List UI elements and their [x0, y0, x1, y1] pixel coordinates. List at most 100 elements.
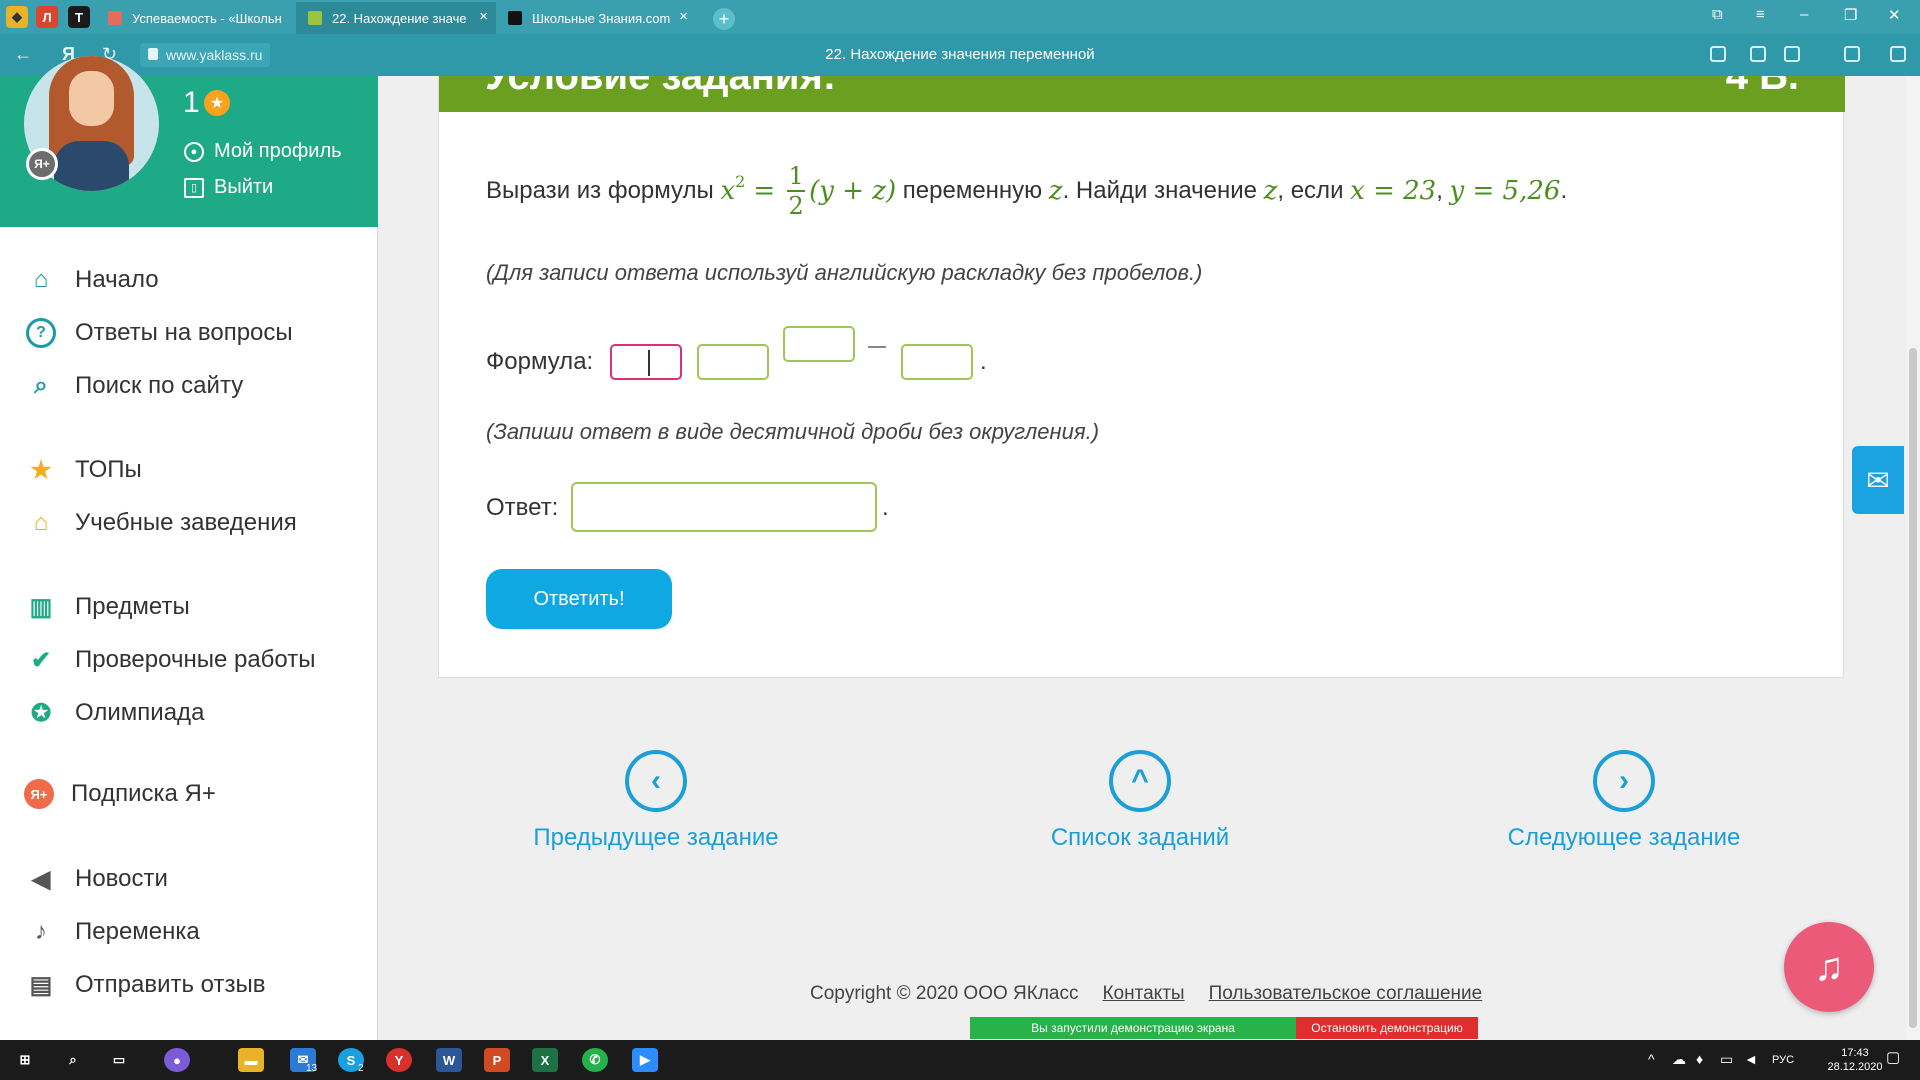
copyright-text: Copyright © 2020 ООО ЯКласс [810, 983, 1079, 1004]
star-icon: ★ [30, 456, 52, 484]
sidebar-item-subjects[interactable]: ▥ Предметы [24, 590, 190, 624]
chevron-up-icon: ^ [1109, 750, 1171, 812]
powerpoint-icon[interactable]: P [484, 1048, 510, 1072]
contacts-link[interactable]: Контакты [1102, 983, 1184, 1005]
tab-favicon-icon [108, 11, 122, 25]
onedrive-icon[interactable]: ☁ [1672, 1052, 1686, 1066]
browser-tab[interactable]: Успеваемость - «Школьн [96, 2, 296, 34]
sidebar-item-search[interactable]: ⌕ Поиск по сайту [24, 369, 243, 403]
zoom-app-icon[interactable]: ▶ [632, 1048, 658, 1072]
sidebar-item-olympiad[interactable]: ✪ Олимпиада [24, 696, 204, 730]
menu-icon[interactable]: ≡ [1756, 6, 1765, 23]
download-icon[interactable] [1890, 46, 1906, 62]
close-tab-icon[interactable]: × [479, 8, 488, 25]
whatsapp-icon[interactable]: ✆ [582, 1048, 608, 1072]
bookmark-icon[interactable] [1784, 46, 1800, 62]
formula-input-2[interactable] [697, 344, 769, 380]
answer-input[interactable] [571, 482, 877, 532]
formula-input-numerator[interactable] [783, 326, 855, 362]
prev-task-link[interactable]: ‹ Предыдущее задание [526, 750, 786, 852]
volume-icon[interactable]: ◄ [1744, 1052, 1758, 1066]
notifications-icon[interactable]: ▢ [1886, 1050, 1900, 1065]
sidebar-item-subscription[interactable]: Я+ Подписка Я+ [24, 779, 216, 809]
ya-plus-icon: Я+ [24, 779, 54, 809]
new-tab-button[interactable]: + [713, 8, 735, 30]
word-icon[interactable]: W [436, 1048, 462, 1072]
windows-taskbar: ⊞ ⌕ ▭ ● ▬ ✉ 13 S 2 Y W P X ✆ ▶ ^ ☁ ♦ ▭ ◄… [0, 1040, 1920, 1080]
microphone-icon[interactable]: ♦ [1696, 1052, 1703, 1066]
language-indicator[interactable]: РУС [1772, 1053, 1794, 1067]
search-icon[interactable]: ⌕ [60, 1048, 86, 1072]
scrollbar[interactable] [1906, 76, 1920, 1040]
math-exponent: 2 [735, 171, 746, 191]
bell-icon: ♪ [35, 918, 47, 945]
explorer-icon[interactable]: ▬ [238, 1048, 264, 1072]
formula-input-denominator[interactable] [901, 344, 973, 380]
translate-icon[interactable] [1710, 46, 1726, 62]
math-equals: = [753, 176, 776, 206]
math-z: z [1048, 176, 1063, 206]
stop-screenshare-button[interactable]: Остановить демонстрацию [1296, 1017, 1478, 1039]
chevron-right-icon: › [1593, 750, 1655, 812]
tray-chevron-icon[interactable]: ^ [1648, 1052, 1655, 1066]
notification-bell-icon[interactable]: ♫ [1784, 922, 1874, 1012]
sidebar-item-news[interactable]: ◀ Новости [24, 862, 168, 896]
close-tab-icon[interactable]: × [679, 8, 688, 25]
browser-tab-active[interactable]: 22. Нахождение значе × [296, 2, 496, 34]
zoom-icon[interactable] [1750, 46, 1766, 62]
sidebar-item-tops[interactable]: ★ ТОПы [24, 453, 142, 487]
formula-label: Формула: [486, 348, 594, 375]
tab-label: Успеваемость - «Школьн [132, 10, 282, 26]
windows-start-icon[interactable]: ⊞ [12, 1048, 38, 1072]
sidebar-item-institutions[interactable]: ⌂ Учебные заведения [24, 506, 297, 540]
footer: Copyright © 2020 ООО ЯКласс Контакты Пол… [810, 983, 1482, 1005]
formula-input-1[interactable] [610, 344, 682, 380]
sidebar-item-break[interactable]: ♪ Переменка [24, 915, 200, 949]
next-task-link[interactable]: › Следующее задание [1494, 750, 1754, 852]
sidebar-item-feedback[interactable]: ▤ Отправить отзыв [24, 968, 266, 1002]
sidebar-item-answers[interactable]: ? Ответы на вопросы [24, 316, 293, 350]
yandex-browser-icon[interactable]: Y [386, 1048, 412, 1072]
chevron-left-icon: ‹ [625, 750, 687, 812]
excel-icon[interactable]: X [532, 1048, 558, 1072]
pinned-tab-icon[interactable]: ◆ [6, 6, 28, 28]
task-points: 4 Б. [1725, 76, 1799, 98]
mail-badge: 13 [306, 1063, 318, 1074]
network-icon[interactable]: ▭ [1720, 1052, 1733, 1066]
clock[interactable]: 17:43 28.12.2020 [1824, 1046, 1886, 1074]
math-condition-y: y = 5,26 [1449, 176, 1561, 206]
tab-favicon-icon [308, 11, 322, 25]
medal-icon: ✪ [30, 699, 52, 727]
browser-tab-bar: ◆ Л T Успеваемость - «Школьн 22. Нахожде… [0, 0, 1920, 34]
sidebar: Я+ 1 ★ ● Мой профиль ▯ Выйти ⌂ Начало ? … [0, 56, 378, 1040]
math-paren: (y + z) [809, 176, 897, 206]
pinned-tab-icon[interactable]: Л [36, 6, 58, 28]
user-agreement-link[interactable]: Пользовательское соглашение [1209, 983, 1483, 1005]
my-profile-link[interactable]: ● Мой профиль [184, 140, 342, 163]
cortana-icon[interactable]: ● [164, 1048, 190, 1072]
profile-panel: Я+ 1 ★ ● Мой профиль ▯ Выйти [0, 56, 378, 227]
restore-icon[interactable]: ❐ [1844, 6, 1857, 24]
megaphone-icon: ◀ [31, 865, 51, 893]
screenshare-status: Вы запустили демонстрацию экрана [970, 1017, 1296, 1039]
pinned-tab-icon[interactable]: T [68, 6, 90, 28]
bookmarks-icon[interactable]: ⧉ [1712, 6, 1723, 23]
browser-tab[interactable]: Школьные Знания.com × [496, 2, 696, 34]
task-question: Вырази из формулы x2 = 1 2 (y + z) перем… [486, 162, 1568, 220]
collections-icon[interactable] [1844, 46, 1860, 62]
task-list-link[interactable]: ^ Список заданий [1010, 750, 1270, 852]
minimize-icon[interactable]: – [1800, 6, 1808, 23]
answer-label: Ответ: [486, 494, 559, 521]
sidebar-item-tests[interactable]: ✔ Проверочные работы [24, 643, 316, 677]
feedback-icon: ▤ [29, 971, 53, 999]
logout-link[interactable]: ▯ Выйти [184, 176, 273, 199]
scrollbar-thumb[interactable] [1909, 348, 1917, 1028]
task-view-icon[interactable]: ▭ [106, 1048, 132, 1072]
task-header-title: Условие задания: [485, 76, 837, 98]
layout-hint: (Для записи ответа используй английскую … [486, 260, 1203, 285]
mail-icon[interactable]: ✉ [1852, 446, 1904, 514]
sidebar-item-home[interactable]: ⌂ Начало [24, 263, 159, 297]
submit-answer-button[interactable]: Ответить! [486, 569, 672, 629]
task-header: Условие задания: 4 Б. [439, 76, 1845, 112]
close-window-icon[interactable]: ✕ [1888, 6, 1901, 24]
